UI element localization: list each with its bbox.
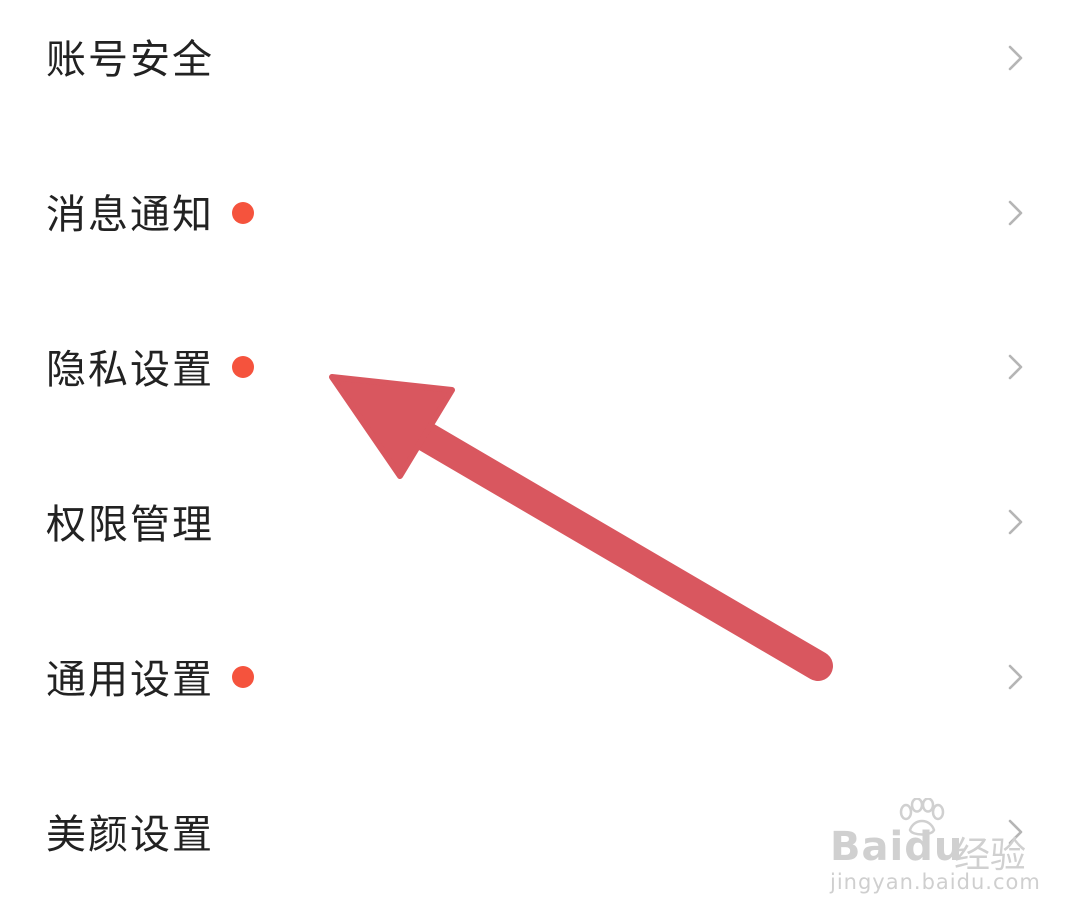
notification-dot	[232, 202, 254, 224]
settings-page: 账号安全 消息通知 隐私设置 权限管理 通用设置 美颜设置 Baidu 经验 j…	[0, 0, 1080, 916]
chevron-right-icon	[1008, 354, 1023, 380]
menu-item-label: 美颜设置	[46, 812, 214, 858]
notification-dot	[232, 666, 254, 688]
chevron-right-icon	[1008, 819, 1023, 845]
chevron-right-icon	[1008, 664, 1023, 690]
menu-item-general-settings[interactable]: 通用设置	[0, 615, 1080, 745]
chevron-right-icon	[1008, 509, 1023, 535]
menu-item-label: 通用设置	[46, 657, 214, 703]
chevron-right-icon	[1008, 45, 1023, 71]
notification-dot	[232, 356, 254, 378]
menu-item-message-notification[interactable]: 消息通知	[0, 150, 1080, 280]
menu-item-beauty-settings[interactable]: 美颜设置	[0, 770, 1080, 900]
menu-item-label: 账号安全	[46, 37, 214, 83]
menu-item-label: 权限管理	[46, 502, 214, 548]
menu-item-privacy-settings[interactable]: 隐私设置	[0, 305, 1080, 435]
menu-item-label: 消息通知	[46, 192, 214, 238]
chevron-right-icon	[1008, 200, 1023, 226]
menu-item-label: 隐私设置	[46, 347, 214, 393]
menu-item-account-security[interactable]: 账号安全	[0, 0, 1080, 130]
menu-item-permission-management[interactable]: 权限管理	[0, 460, 1080, 590]
